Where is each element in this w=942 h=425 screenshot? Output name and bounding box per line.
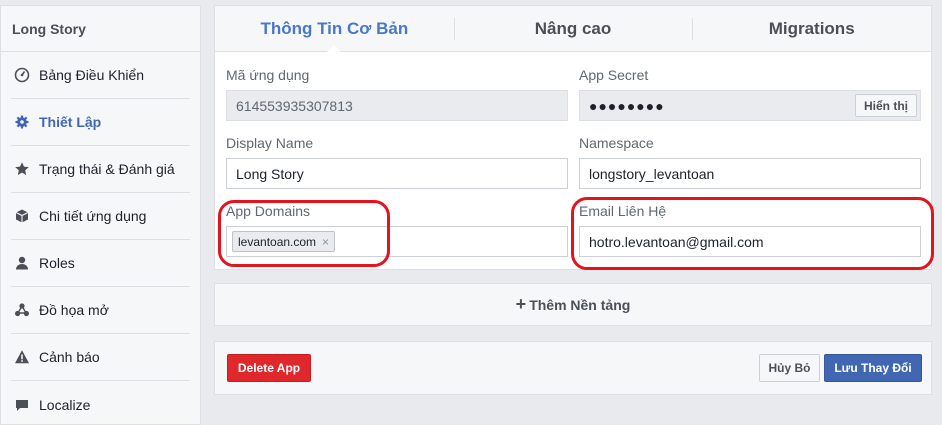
box-icon [13, 207, 31, 225]
sidebar: Long Story Bảng Điều Khiển Thiết Lập Trạ… [0, 5, 201, 425]
sidebar-item-label: Đồ họa mở [39, 302, 109, 318]
app-domains-label: App Domains [226, 203, 311, 219]
domain-token-label: levantoan.com [238, 234, 317, 249]
namespace-label: Namespace [579, 135, 654, 151]
plus-icon: + [515, 294, 527, 314]
sidebar-item-app-details[interactable]: Chi tiết ứng dụng [11, 193, 190, 240]
add-platform-label: Thêm Nền tảng [529, 296, 631, 313]
tab-advanced[interactable]: Nâng cao [453, 6, 693, 51]
delete-app-button[interactable]: Delete App [227, 354, 311, 382]
display-name-label: Display Name [226, 135, 314, 151]
sidebar-item-localize[interactable]: Localize [11, 381, 190, 425]
graph-icon [13, 301, 31, 319]
tab-basic[interactable]: Thông Tin Cơ Bản [215, 6, 454, 52]
star-icon [13, 160, 31, 178]
app-secret-field: ●●●●●●●● Hiển thị [579, 90, 921, 121]
domain-token: levantoan.com × [232, 231, 336, 252]
dashboard-icon [13, 66, 31, 84]
display-name-input[interactable]: Long Story [226, 158, 568, 189]
sidebar-item-label: Bảng Điều Khiển [39, 67, 145, 83]
sidebar-item-label: Localize [39, 396, 91, 413]
chat-icon [13, 396, 31, 414]
tab-migrations[interactable]: Migrations [692, 6, 931, 51]
app-id-field: 614553935307813 [226, 90, 568, 121]
settings-tabs: Thông Tin Cơ Bản Nâng cao Migrations [215, 6, 931, 52]
namespace-input[interactable]: longstory_levantoan [579, 158, 921, 189]
sidebar-item-settings[interactable]: Thiết Lập [11, 99, 190, 146]
sidebar-item-label: Thiết Lập [39, 114, 102, 130]
app-secret-label: App Secret [579, 67, 649, 83]
sidebar-item-status-review[interactable]: Trạng thái & Đánh giá [11, 146, 190, 193]
warning-icon [13, 348, 31, 366]
sidebar-item-label: Cảnh báo [39, 349, 100, 365]
sidebar-item-alerts[interactable]: Cảnh báo [11, 334, 190, 381]
add-platform-button[interactable]: + Thêm Nền tảng [214, 283, 932, 326]
settings-footer: Delete App Hủy Bỏ Lưu Thay Đổi [214, 341, 932, 395]
sidebar-item-label: Trạng thái & Đánh giá [39, 161, 175, 177]
sidebar-item-roles[interactable]: Roles [11, 240, 190, 287]
sidebar-item-dashboard[interactable]: Bảng Điều Khiển [11, 52, 190, 99]
save-changes-button[interactable]: Lưu Thay Đổi [824, 354, 922, 382]
contact-email-label: Email Liên Hệ [579, 203, 667, 219]
show-secret-button[interactable]: Hiển thị [855, 94, 917, 117]
gear-icon [13, 113, 31, 131]
basic-settings-panel: Thông Tin Cơ Bản Nâng cao Migrations Mã … [214, 5, 932, 270]
sidebar-item-label: Roles [39, 255, 75, 271]
user-icon [13, 254, 31, 272]
remove-token-icon[interactable]: × [322, 235, 329, 249]
app-id-label: Mã ứng dụng [226, 67, 310, 83]
app-domains-input[interactable]: levantoan.com × [226, 226, 568, 257]
sidebar-app-title: Long Story [1, 6, 200, 52]
sidebar-item-label: Chi tiết ứng dụng [39, 208, 147, 224]
app-secret-value: ●●●●●●●● [589, 97, 665, 114]
cancel-button[interactable]: Hủy Bỏ [759, 354, 820, 382]
sidebar-item-open-graph[interactable]: Đồ họa mở [11, 287, 190, 334]
contact-email-input[interactable]: hotro.levantoan@gmail.com [579, 226, 921, 257]
